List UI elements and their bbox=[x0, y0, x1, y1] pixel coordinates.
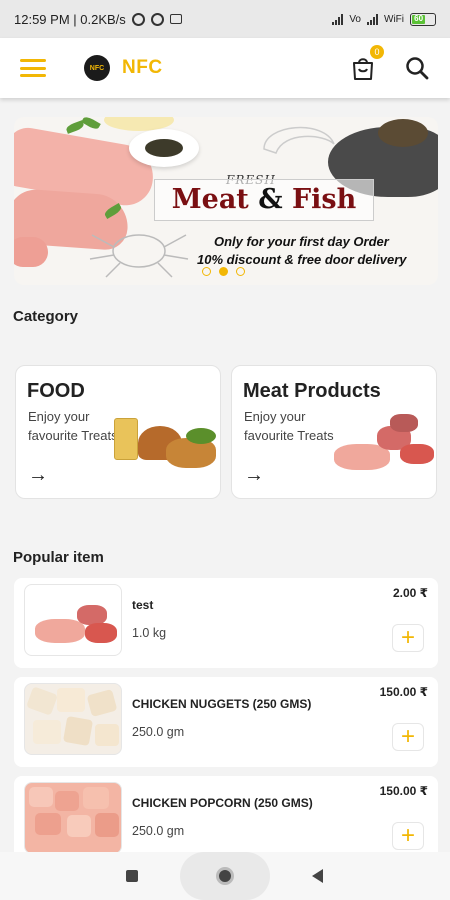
banner-offer-line-2: 10% discount & free door delivery bbox=[197, 252, 407, 267]
search-icon[interactable] bbox=[404, 55, 430, 81]
notification-icon bbox=[131, 12, 145, 26]
meat-steak-image bbox=[400, 444, 434, 464]
product-image bbox=[24, 584, 122, 656]
app-bar: NFC NFC 0 bbox=[0, 38, 450, 98]
banner-shell-image bbox=[378, 119, 428, 147]
logo-text: NFC bbox=[89, 64, 105, 72]
wifi-label: WiFi bbox=[384, 13, 404, 25]
volte-label: Vo bbox=[349, 13, 361, 25]
banner-leaf-image-2 bbox=[81, 117, 101, 131]
product-price: 150.00 ₹ bbox=[379, 784, 428, 798]
status-bar: 12:59 PM | 0.2KB/s Vo WiFi 60 bbox=[0, 0, 450, 38]
battery-icon: 60 bbox=[410, 12, 436, 26]
category-card-title: FOOD bbox=[27, 380, 85, 402]
carousel-dot-active[interactable] bbox=[219, 267, 228, 276]
product-name: test bbox=[132, 598, 154, 612]
system-nav-bar bbox=[0, 852, 450, 900]
search-glyph bbox=[406, 57, 429, 80]
category-card-text: Enjoy your favourite Treats bbox=[244, 409, 334, 443]
shopping-bag-icon[interactable]: 0 bbox=[350, 45, 384, 81]
banner-bowl-image bbox=[129, 129, 199, 167]
product-price: 150.00 ₹ bbox=[379, 685, 428, 699]
carousel-dot[interactable] bbox=[236, 267, 245, 276]
banner-title-meat: Meat bbox=[171, 184, 249, 215]
promo-banner[interactable]: FRESH Meat & Fish Only for your first da… bbox=[14, 117, 438, 285]
signal-icon-2 bbox=[367, 13, 378, 25]
recent-apps-icon[interactable] bbox=[126, 870, 138, 882]
category-card-title: Meat Products bbox=[243, 380, 381, 402]
arrow-right-icon[interactable]: → bbox=[244, 464, 264, 487]
add-to-cart-button[interactable]: + bbox=[392, 822, 424, 850]
carousel-dots bbox=[202, 267, 245, 276]
notification-icon-2 bbox=[150, 12, 164, 26]
cart-badge: 0 bbox=[370, 45, 384, 59]
product-name: CHICKEN POPCORN (250 GMS) bbox=[132, 796, 313, 810]
signal-icon bbox=[332, 13, 344, 25]
product-card[interactable]: test 1.0 kg 2.00 ₹ + bbox=[14, 578, 438, 668]
product-quantity: 250.0 gm bbox=[132, 725, 185, 739]
food-drink-image bbox=[114, 418, 138, 460]
hamburger-icon[interactable] bbox=[20, 59, 46, 77]
meat-red-image-2 bbox=[390, 414, 418, 432]
carousel-dot[interactable] bbox=[202, 267, 211, 276]
back-icon[interactable] bbox=[312, 869, 323, 883]
food-lettuce-image bbox=[186, 428, 216, 444]
banner-crab-sketch bbox=[89, 234, 189, 278]
arrow-right-icon[interactable]: → bbox=[28, 464, 48, 487]
battery-level: 60 bbox=[412, 14, 426, 24]
home-icon bbox=[216, 867, 234, 885]
category-heading: Category bbox=[13, 308, 79, 325]
status-time: 12:59 PM | 0.2KB/s bbox=[14, 11, 126, 27]
add-to-cart-button[interactable]: + bbox=[392, 624, 424, 652]
category-card-food[interactable]: FOOD Enjoy your favourite Treats → bbox=[15, 365, 221, 499]
category-card-meat-products[interactable]: Meat Products Enjoy your favourite Treat… bbox=[231, 365, 437, 499]
brand-name: NFC bbox=[122, 57, 163, 78]
banner-title-amp: & bbox=[248, 184, 292, 215]
banner-title-fish: Fish bbox=[291, 184, 357, 215]
popular-heading: Popular item bbox=[13, 549, 104, 566]
product-quantity: 250.0 gm bbox=[132, 824, 185, 838]
banner-title: Meat & Fish bbox=[154, 179, 374, 221]
product-image bbox=[24, 782, 122, 854]
product-image bbox=[24, 683, 122, 755]
home-button[interactable] bbox=[180, 852, 270, 900]
screen-icon bbox=[169, 14, 182, 24]
bag-glyph bbox=[353, 58, 373, 80]
logo-icon: NFC bbox=[84, 55, 110, 81]
banner-offer-line-1: Only for your first day Order bbox=[214, 234, 389, 249]
product-price: 2.00 ₹ bbox=[392, 586, 428, 600]
product-card[interactable]: CHICKEN NUGGETS (250 GMS) 250.0 gm 150.0… bbox=[14, 677, 438, 767]
product-quantity: 1.0 kg bbox=[132, 626, 167, 640]
banner-meat-image-3 bbox=[14, 237, 48, 267]
add-to-cart-button[interactable]: + bbox=[392, 723, 424, 751]
category-card-text: Enjoy your favourite Treats bbox=[28, 409, 118, 443]
product-name: CHICKEN NUGGETS (250 GMS) bbox=[132, 697, 312, 711]
